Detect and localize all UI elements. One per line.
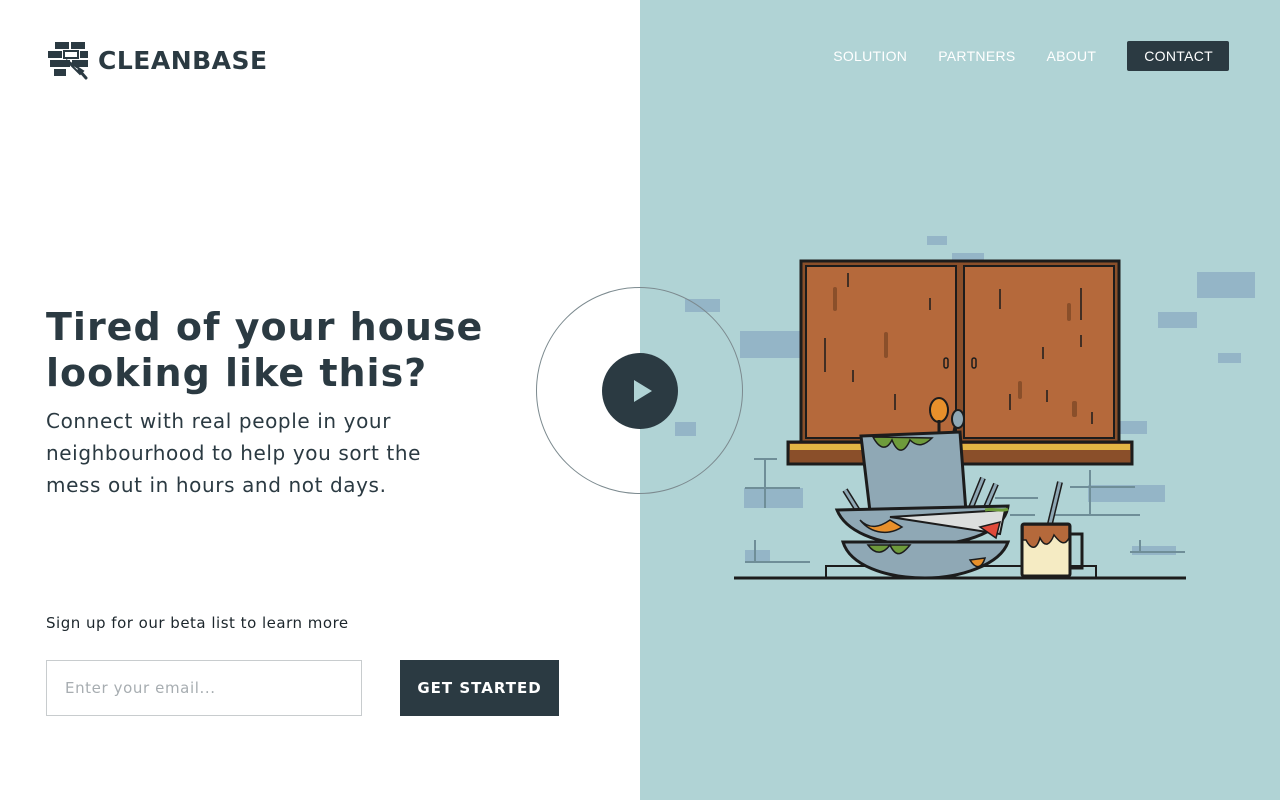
illustration-panel: SOLUTION PARTNERS ABOUT CONTACT	[640, 0, 1280, 800]
play-icon	[634, 380, 652, 402]
signup-label: Sign up for our beta list to learn more	[46, 614, 349, 632]
dirty-dishes-illustration	[675, 236, 1255, 580]
brick-and-brush-icon	[48, 42, 88, 80]
main-nav: SOLUTION PARTNERS ABOUT CONTACT	[802, 41, 1229, 71]
hero-subtitle: Connect with real people in your neighbo…	[46, 409, 422, 497]
nav-about[interactable]: ABOUT	[1047, 48, 1097, 64]
hero-panel: CLEANBASE Tired of your house looking li…	[0, 0, 640, 800]
get-started-button[interactable]: GET STARTED	[400, 660, 559, 716]
nav-solution[interactable]: SOLUTION	[833, 48, 907, 64]
brand-logo[interactable]: CLEANBASE	[46, 40, 268, 80]
hero-title: Tired of your house looking like this?	[46, 305, 484, 395]
video-play-button[interactable]	[602, 353, 678, 429]
brand-name: CLEANBASE	[98, 45, 268, 75]
nav-partners[interactable]: PARTNERS	[938, 48, 1015, 64]
landing-page: CLEANBASE Tired of your house looking li…	[0, 0, 1280, 800]
email-field[interactable]	[46, 660, 362, 716]
dirty-mug	[1020, 481, 1084, 578]
contact-button[interactable]: CONTACT	[1127, 41, 1229, 71]
